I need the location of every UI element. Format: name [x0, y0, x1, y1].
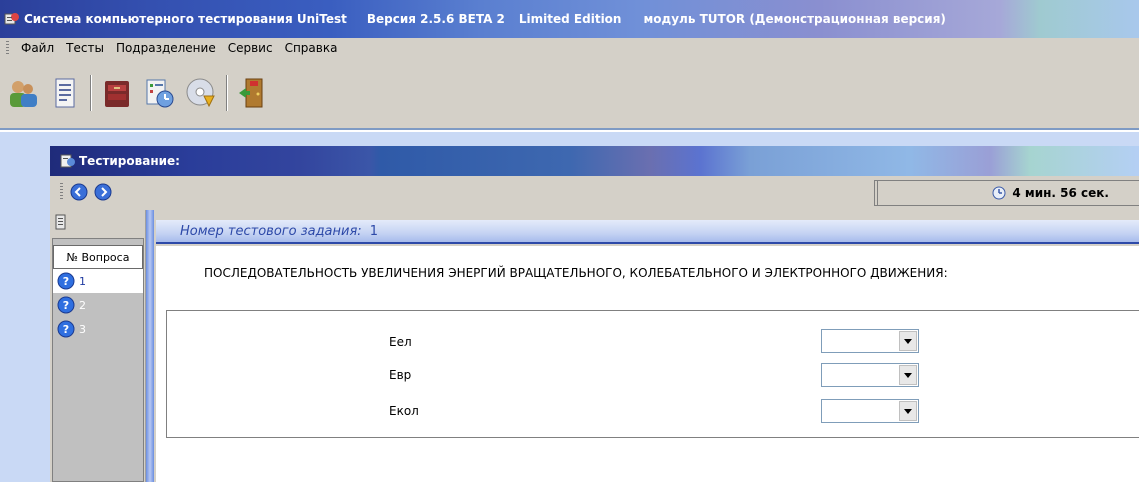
question-panel-toolbar: [50, 210, 145, 234]
task-header: Номер тестового задания: 1: [156, 220, 1139, 244]
answer-row-label: Евр: [389, 368, 412, 382]
answer-box: Еел Евр Екол: [166, 310, 1139, 438]
menu-tests[interactable]: Тесты: [60, 41, 110, 55]
app-edition: Limited Edition: [518, 12, 622, 26]
install-button[interactable]: [184, 76, 218, 110]
app-icon: [4, 13, 19, 25]
dropdown-arrow-icon[interactable]: [899, 365, 917, 385]
question-item[interactable]: ? 2: [53, 293, 143, 317]
answer-row-label: Еел: [389, 335, 412, 349]
question-number: 3: [79, 322, 86, 336]
svg-text:?: ?: [63, 275, 69, 288]
arrow-right-icon: [94, 183, 112, 201]
testing-window-icon: [60, 154, 75, 168]
task-number-label: Номер тестового задания:: [180, 223, 362, 239]
dropdown-arrow-icon[interactable]: [899, 331, 917, 351]
question-icon: ?: [57, 320, 75, 338]
panel-splitter[interactable]: [146, 210, 154, 482]
exit-button[interactable]: [236, 76, 270, 110]
documents-button[interactable]: [48, 76, 82, 110]
previous-button[interactable]: [69, 182, 89, 202]
task-content: ПОСЛЕДОВАТЕЛЬНОСТЬ УВЕЛИЧЕНИЯ ЭНЕРГИЙ ВР…: [156, 246, 1139, 482]
question-item[interactable]: ? 1: [53, 269, 143, 293]
timer-divider: [875, 181, 878, 205]
timer-text: 4 мин. 56 сек.: [1012, 186, 1109, 200]
question-text: ПОСЛЕДОВАТЕЛЬНОСТЬ УВЕЛИЧЕНИЯ ЭНЕРГИЙ ВР…: [204, 266, 948, 280]
app-module: модуль TUTOR (Демонстрационная версия): [643, 12, 946, 26]
question-icon: ?: [57, 272, 75, 290]
arrow-left-icon: [70, 183, 88, 201]
app-version: Версия 2.5.6 BETA 2: [366, 12, 505, 26]
toolbar-separator: [90, 75, 92, 111]
schedule-button[interactable]: [142, 76, 176, 110]
question-number: 2: [79, 298, 86, 312]
menu-department[interactable]: Подразделение: [110, 41, 222, 55]
cd-install-icon: [186, 78, 215, 108]
menu-help[interactable]: Справка: [279, 41, 344, 55]
answer-select[interactable]: [821, 399, 919, 423]
main-toolbar: [0, 58, 1139, 130]
question-icon: ?: [57, 296, 75, 314]
svg-text:?: ?: [63, 323, 69, 336]
answer-select[interactable]: [821, 329, 919, 353]
archive-button[interactable]: [100, 76, 134, 110]
menu-grip[interactable]: [6, 41, 9, 55]
document-icon: [55, 78, 75, 108]
toolbar-grip[interactable]: [60, 183, 63, 201]
app-title: Система компьютерного тестирования UniTe…: [24, 12, 347, 26]
question-item[interactable]: ? 3: [53, 317, 143, 341]
dropdown-arrow-icon[interactable]: [899, 401, 917, 421]
svg-text:?: ?: [63, 299, 69, 312]
answer-row-label: Екол: [389, 404, 419, 418]
next-button[interactable]: [93, 182, 113, 202]
toolbar-separator: [226, 75, 228, 111]
list-icon: [55, 214, 66, 230]
archive-icon: [105, 81, 129, 107]
question-number: 1: [79, 274, 86, 288]
question-list: № Вопроса ? 1 ? 2 ? 3: [52, 238, 144, 482]
exit-door-icon: [239, 78, 263, 108]
testing-window-title: Тестирование:: [79, 154, 180, 168]
menu-service[interactable]: Сервис: [222, 41, 279, 55]
schedule-icon: [146, 79, 174, 108]
task-number: 1: [369, 223, 378, 239]
menu-bar: Файл Тесты Подразделение Сервис Справка: [0, 38, 1139, 58]
question-list-header: № Вопроса: [53, 245, 143, 269]
users-icon: [10, 81, 37, 107]
answer-select[interactable]: [821, 363, 919, 387]
users-button[interactable]: [6, 76, 40, 110]
main-title-bar[interactable]: Система компьютерного тестирования UniTe…: [0, 0, 1139, 38]
question-list-panel: № Вопроса ? 1 ? 2 ? 3: [50, 210, 146, 482]
clock-icon: [992, 186, 1006, 200]
menu-file[interactable]: Файл: [15, 41, 60, 55]
testing-window-title-bar[interactable]: Тестирование:: [50, 146, 1139, 176]
testing-window: Тестирование: 4 мин. 56 сек. № Вопроса ?…: [50, 146, 1139, 482]
timer-panel: 4 мин. 56 сек.: [874, 180, 1139, 206]
